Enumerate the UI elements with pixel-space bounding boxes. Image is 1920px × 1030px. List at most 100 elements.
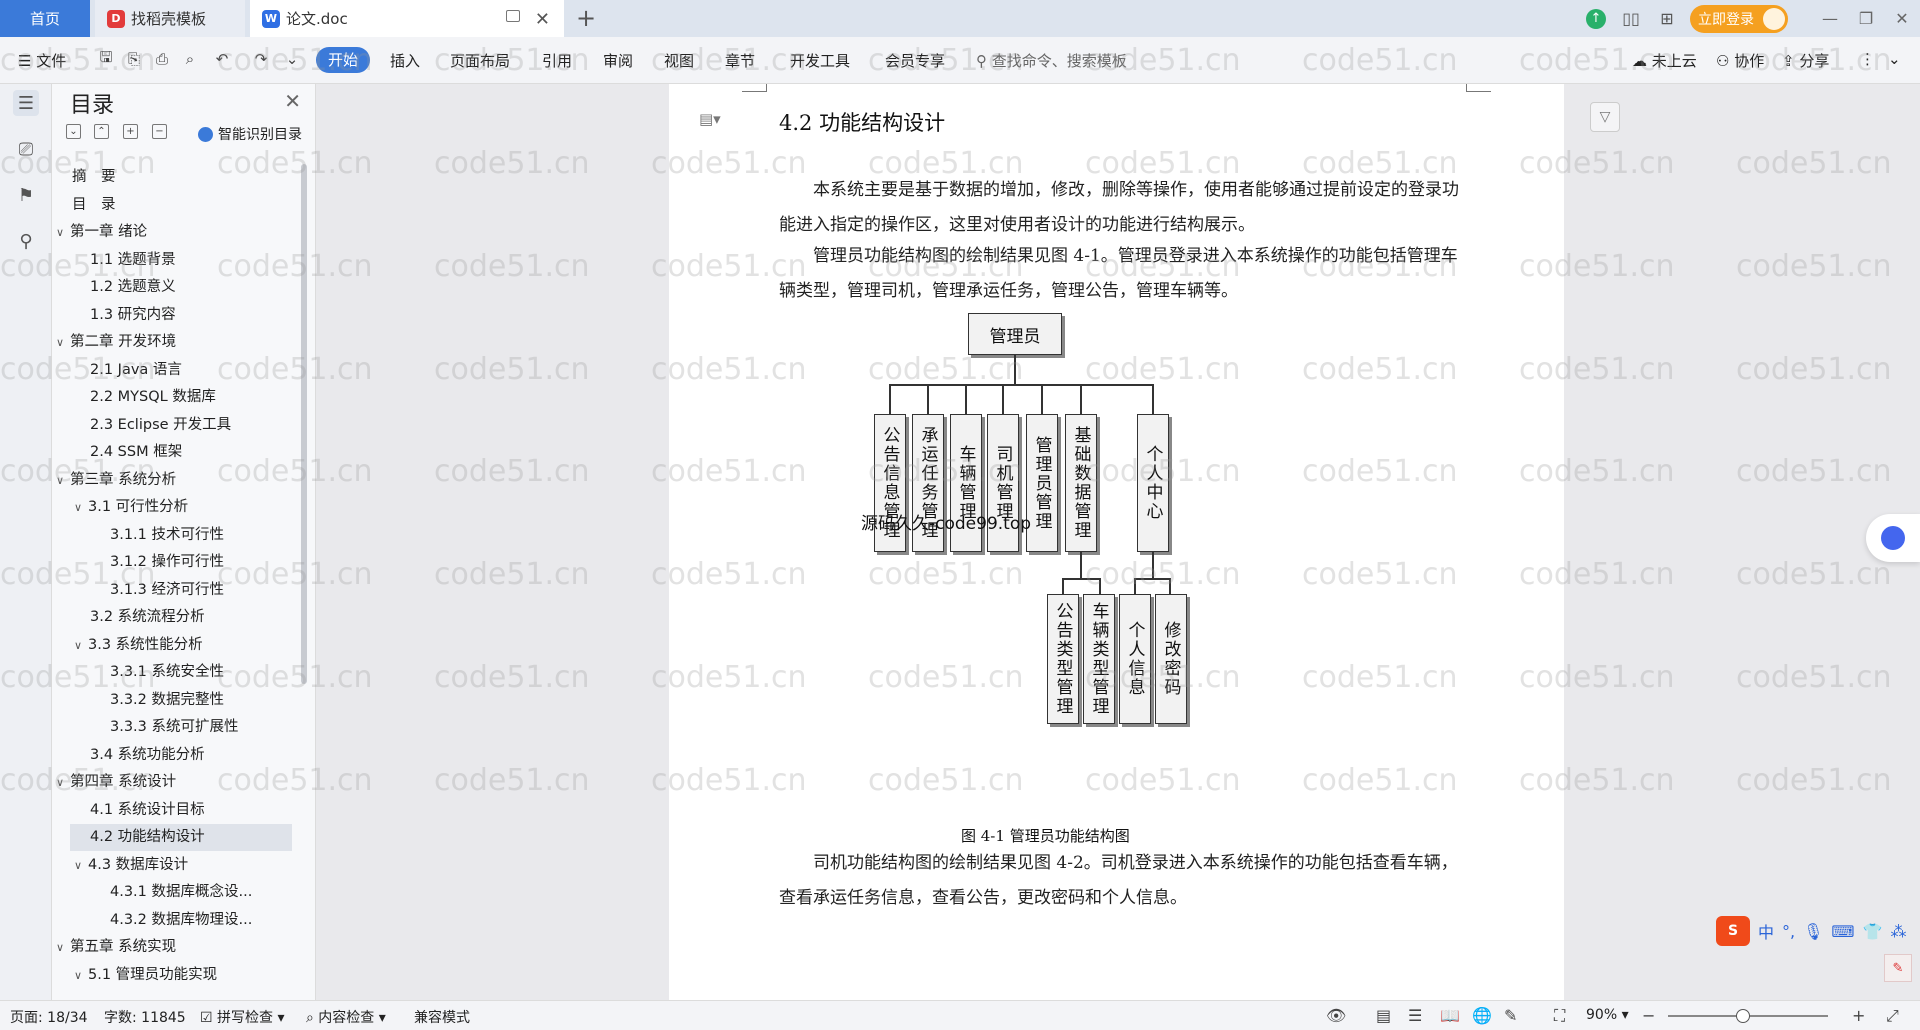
toc-item[interactable]: 3.1.2 操作可行性	[110, 549, 224, 576]
smart-toc-button[interactable]: 智能识别目录	[198, 124, 302, 144]
toc-item[interactable]: 2.3 Eclipse 开发工具	[90, 412, 231, 439]
toc-item[interactable]: ∨ 4.3 数据库设计	[74, 852, 188, 879]
write-mode-icon[interactable]: ✎	[1504, 1006, 1517, 1025]
toc-item[interactable]: ∨ 第五章 系统实现	[56, 934, 176, 961]
filter-icon[interactable]: ▽	[1590, 102, 1620, 132]
toc-item[interactable]: 2.4 SSM 框架	[90, 439, 182, 466]
assistant-button[interactable]	[1866, 514, 1920, 562]
menu-page-layout[interactable]: 页面布局	[450, 50, 510, 72]
float-window-icon[interactable]	[506, 10, 520, 22]
tab-template[interactable]: D 找稻壳模板	[95, 0, 245, 37]
toc-scrollbar[interactable]	[301, 164, 307, 684]
toc-item[interactable]: 3.3.3 系统可扩展性	[110, 714, 239, 741]
document-page[interactable]: ▤▾ 4.2 功能结构设计 本系统主要是基于数据的增加，修改，删除等操作，使用者…	[669, 84, 1564, 1000]
undo-icon[interactable]: ↶	[213, 50, 231, 68]
expand-chevron-icon[interactable]: ∨	[74, 852, 88, 879]
menu-start[interactable]: 开始	[316, 47, 371, 73]
toc-item[interactable]: 3.3.1 系统安全性	[110, 659, 224, 686]
toc-item[interactable]: ∨ 第二章 开发环境	[56, 329, 176, 356]
fullscreen-icon[interactable]: ⤢	[1886, 1006, 1899, 1026]
tab-document[interactable]: W 论文.doc ✕	[250, 0, 564, 37]
toc-item[interactable]: ∨ 第三章 系统分析	[56, 467, 176, 494]
eye-protect-icon[interactable]: 👁	[1326, 1006, 1346, 1025]
toc-item[interactable]: ∨ 3.1 可行性分析	[74, 494, 188, 521]
bookmark-icon[interactable]: ⚑	[13, 182, 39, 208]
layout-icon[interactable]: ▯▯	[1618, 9, 1644, 29]
expand-chevron-icon[interactable]: ∨	[56, 467, 70, 494]
collapse-all-icon[interactable]: ⌄	[66, 124, 81, 139]
toc-item[interactable]: 1.2 选题意义	[90, 274, 176, 301]
fit-page-icon[interactable]: ⛶	[1554, 1006, 1565, 1026]
collaborate-button[interactable]: ⚇ 协作	[1716, 50, 1764, 71]
page-view-icon[interactable]: ▤	[1376, 1006, 1391, 1025]
toc-item[interactable]: 3.2 系统流程分析	[90, 604, 205, 631]
ime-mic-icon[interactable]: 🎙	[1803, 922, 1823, 941]
ime-keyboard-icon[interactable]: ⌨	[1831, 922, 1854, 941]
ime-punct-icon[interactable]: °,	[1782, 922, 1795, 941]
toc-panel-icon[interactable]: ☰	[13, 90, 39, 116]
web-view-icon[interactable]: 🌐	[1472, 1006, 1492, 1025]
page-indicator[interactable]: 页面: 18/34	[10, 1007, 88, 1027]
expand-chevron-icon[interactable]: ∨	[74, 494, 88, 521]
ime-apps-icon[interactable]: ⁂	[1890, 922, 1906, 941]
paragraph-menu-icon[interactable]: ▤▾	[699, 110, 721, 128]
more-quick-icon[interactable]: ⌄	[283, 50, 301, 68]
print-icon[interactable]: ⎙	[153, 50, 171, 68]
reading-view-icon[interactable]: 📖	[1440, 1006, 1460, 1025]
toc-item[interactable]: 3.4 系统功能分析	[90, 742, 205, 769]
expand-chevron-icon[interactable]: ∨	[56, 934, 70, 961]
toc-item[interactable]: 4.3.2 数据库物理设...	[110, 907, 252, 934]
expand-chevron-icon[interactable]: ∨	[56, 769, 70, 796]
close-icon[interactable]: ✕	[284, 89, 301, 113]
menu-developer[interactable]: 开发工具	[790, 50, 850, 72]
menu-view[interactable]: 视图	[664, 50, 694, 72]
save-icon[interactable]: 🖫	[97, 48, 115, 68]
close-tab-icon[interactable]: ✕	[535, 9, 550, 30]
toc-item[interactable]: ∨ 第四章 系统设计	[56, 769, 176, 796]
toc-item[interactable]: 1.3 研究内容	[90, 302, 176, 329]
toc-item[interactable]: 3.1.3 经济可行性	[110, 577, 224, 604]
feedback-icon[interactable]: ✎	[1884, 954, 1912, 982]
content-check-button[interactable]: ⌕ 内容检查 ▾	[306, 1007, 386, 1027]
command-search[interactable]: ⚲ 查找命令、搜索模板	[976, 50, 1127, 71]
spell-check-button[interactable]: ☑ 拼写检查 ▾	[200, 1007, 285, 1027]
add-heading-icon[interactable]: +	[123, 124, 138, 139]
redo-icon[interactable]: ↷	[252, 50, 270, 68]
apps-grid-icon[interactable]: ⊞	[1654, 9, 1680, 29]
expand-chevron-icon[interactable]: ∨	[74, 962, 88, 989]
restore-icon[interactable]: ❐	[1848, 0, 1884, 37]
ime-chinese-mode-icon[interactable]: 中	[1758, 919, 1774, 943]
login-button[interactable]: 立即登录	[1690, 4, 1788, 33]
toc-item[interactable]: ∨ 第一章 绪论	[56, 219, 147, 246]
toc-item[interactable]: ∨ 5.1 管理员功能实现	[74, 962, 217, 989]
menu-member[interactable]: 会员专享	[885, 50, 945, 72]
close-window-icon[interactable]: ✕	[1884, 0, 1920, 37]
toc-item[interactable]: 2.2 MYSQL 数据库	[90, 384, 216, 411]
word-count[interactable]: 字数: 11845	[104, 1007, 186, 1027]
ime-skin-icon[interactable]: 👕	[1863, 922, 1883, 941]
navigation-icon[interactable]: ⎚	[13, 136, 39, 162]
zoom-out-icon[interactable]: −	[1642, 1006, 1655, 1025]
toc-item[interactable]: 4.1 系统设计目标	[90, 797, 205, 824]
zoom-slider-handle[interactable]	[1736, 1009, 1750, 1023]
file-menu[interactable]: ☰ 文件	[18, 50, 66, 72]
toc-item[interactable]: ∨ 3.3 系统性能分析	[74, 632, 203, 659]
zoom-level[interactable]: 90% ▾	[1586, 1007, 1629, 1023]
menu-references[interactable]: 引用	[542, 50, 572, 72]
new-tab-icon[interactable]: +	[576, 4, 596, 32]
preview-icon[interactable]: ⌕	[181, 50, 199, 68]
expand-chevron-icon[interactable]: ∨	[56, 329, 70, 356]
toc-item[interactable]: 摘 要	[72, 164, 116, 191]
tab-home[interactable]: 首页	[0, 0, 90, 37]
ime-toolbar[interactable]: S 中 °, 🎙 ⌨ 👕 ⁂	[1710, 914, 1920, 948]
minimize-icon[interactable]: —	[1812, 0, 1848, 37]
menu-review[interactable]: 审阅	[603, 50, 633, 72]
toc-item[interactable]: 4.2 功能结构设计	[70, 824, 292, 851]
find-icon[interactable]: ⚲	[13, 228, 39, 254]
export-icon[interactable]: ⎘	[125, 50, 143, 68]
sync-icon[interactable]: ↑	[1586, 8, 1606, 29]
expand-chevron-icon[interactable]: ∨	[56, 219, 70, 246]
toc-item[interactable]: 1.1 选题背景	[90, 247, 176, 274]
toc-item[interactable]: 4.3.1 数据库概念设...	[110, 879, 252, 906]
toc-item[interactable]: 2.1 Java 语言	[90, 357, 182, 384]
